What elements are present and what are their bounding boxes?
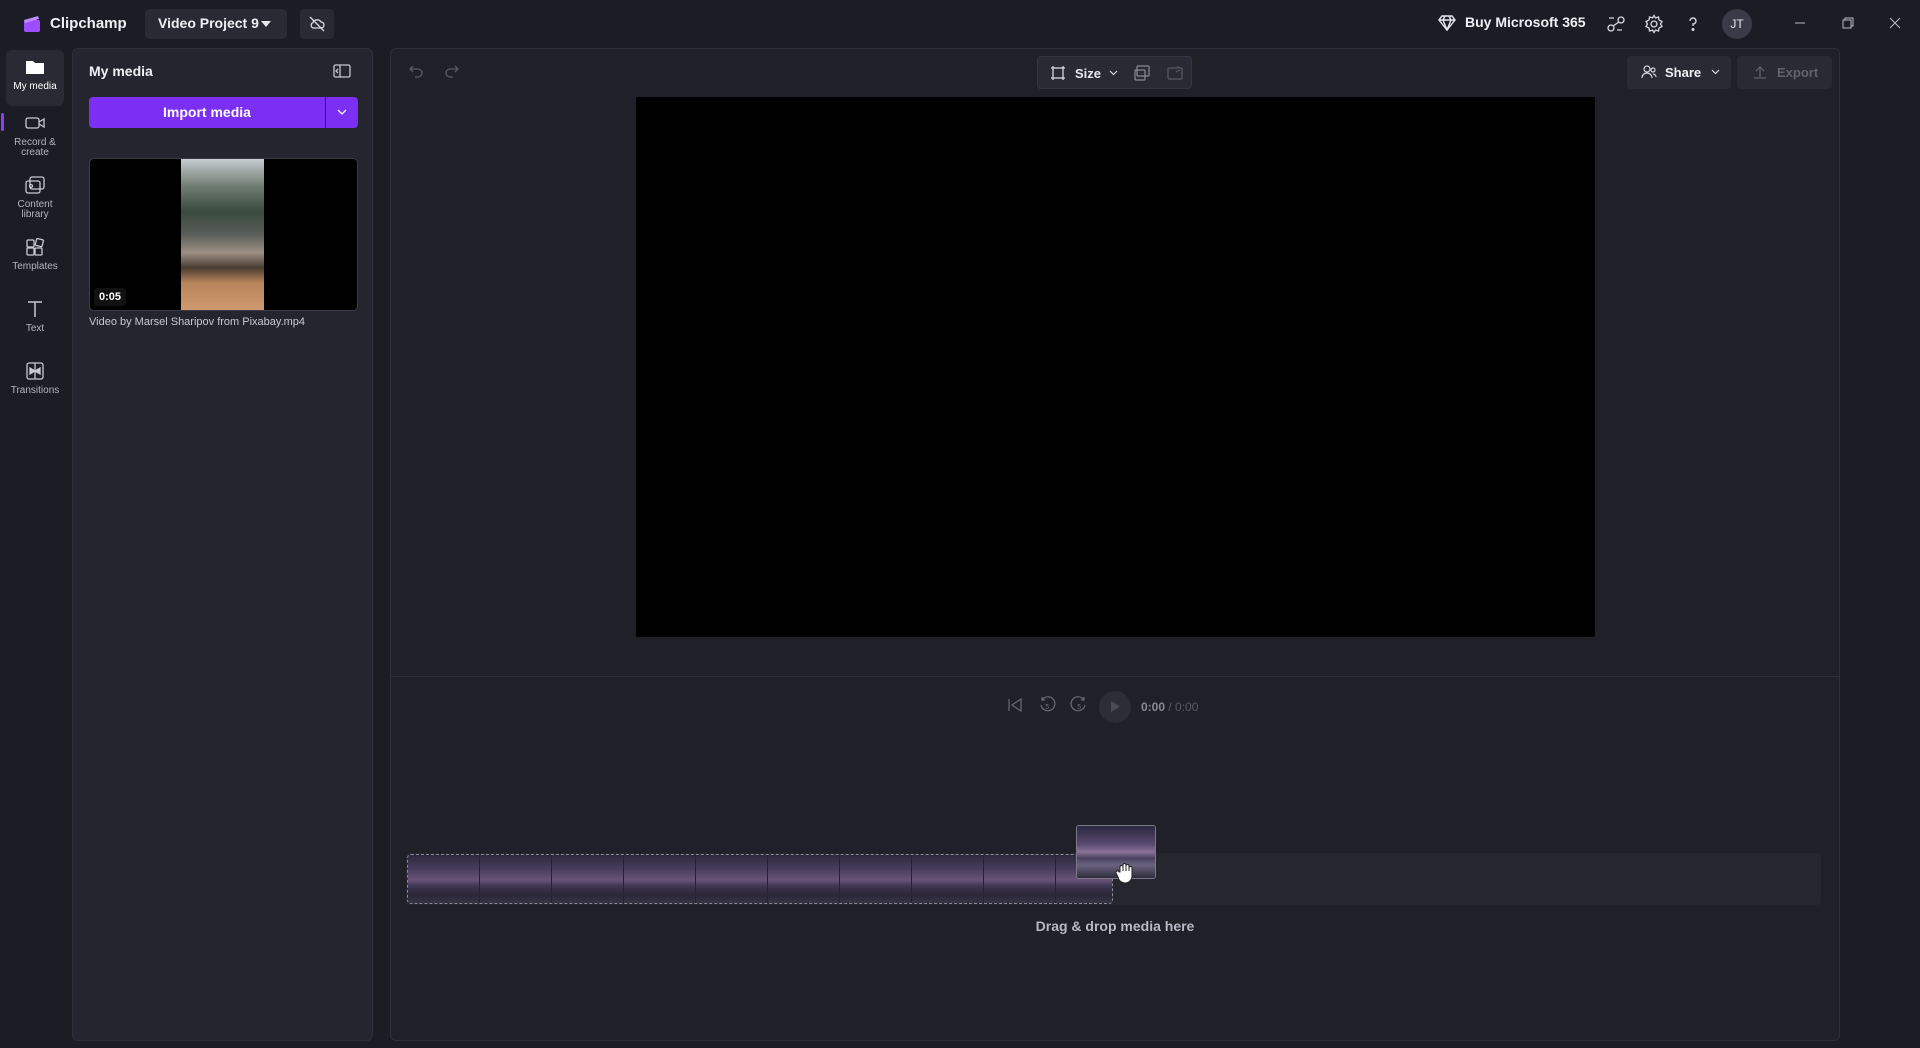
app-name: Clipchamp <box>50 15 127 32</box>
chevron-down-icon <box>261 21 271 27</box>
connect-icon[interactable] <box>1606 14 1626 34</box>
duration-badge: 0:05 <box>94 288 127 306</box>
clip-frame <box>768 855 840 903</box>
avatar[interactable]: JT <box>1722 9 1752 39</box>
preview-toolbar: Size <box>1037 56 1192 89</box>
resize-icon <box>1051 66 1065 80</box>
export-label: Export <box>1777 65 1819 80</box>
project-title-button[interactable]: Video Project 9 <box>145 9 287 39</box>
help-icon[interactable] <box>1683 14 1703 34</box>
grab-hand-icon <box>1115 863 1133 884</box>
cloud-sync-button[interactable] <box>300 9 334 39</box>
clip-frame <box>552 855 624 903</box>
redo-icon[interactable] <box>444 63 460 79</box>
media-panel: My media Import media 0:05 Video by Mars… <box>72 48 373 1041</box>
cloud-off-icon <box>309 16 325 32</box>
nav-label: Transitions <box>10 385 60 396</box>
media-item[interactable]: 0:05 <box>89 158 358 311</box>
chevron-down-icon <box>1711 69 1720 75</box>
nav-record-create[interactable]: Record & create <box>6 106 64 162</box>
minimize-icon[interactable] <box>1790 13 1810 33</box>
chevron-down-icon <box>337 109 347 115</box>
clip-frame <box>912 855 984 903</box>
folder-icon <box>26 61 44 74</box>
templates-icon <box>26 238 45 256</box>
text-icon <box>28 301 42 317</box>
active-indicator <box>1 113 4 131</box>
camera-icon <box>25 117 45 129</box>
share-button[interactable]: Share <box>1627 56 1731 89</box>
project-title: Video Project 9 <box>158 15 259 31</box>
playback-controls: 5 5 0:00 / 0:00 <box>391 687 1839 727</box>
nav-label: Record & create <box>14 137 56 158</box>
clipchamp-logo-icon <box>24 16 40 32</box>
transitions-icon <box>26 362 44 380</box>
rewind-5-icon[interactable]: 5 <box>1038 696 1056 714</box>
nav-label: Text <box>25 323 45 334</box>
video-thumbnail <box>181 159 264 310</box>
nav-transitions[interactable]: Transitions <box>6 354 64 410</box>
video-preview[interactable] <box>636 97 1595 637</box>
left-nav: My media Record & create Content library… <box>0 48 70 1048</box>
background-icon[interactable] <box>1134 65 1150 81</box>
nav-my-media[interactable]: My media <box>6 50 64 106</box>
play-button[interactable] <box>1099 691 1131 723</box>
media-item-name: Video by Marsel Sharipov from Pixabay.mp… <box>89 316 306 328</box>
buy-microsoft-365-button[interactable]: Buy Microsoft 365 <box>1438 14 1586 31</box>
crop-icon[interactable] <box>1167 65 1183 81</box>
undo-icon[interactable] <box>408 63 424 79</box>
import-options-button[interactable] <box>326 97 358 128</box>
clip-frame <box>480 855 552 903</box>
gear-icon[interactable] <box>1644 14 1664 34</box>
nav-templates[interactable]: Templates <box>6 230 64 286</box>
buy-microsoft-365-label: Buy Microsoft 365 <box>1465 14 1586 30</box>
collapse-panel-icon[interactable] <box>333 63 351 79</box>
clip-frame <box>840 855 912 903</box>
restore-icon[interactable] <box>1838 13 1858 33</box>
editor-area: Size Share Export 5 5 0:00 / 0:00 Drag &… <box>390 48 1840 1041</box>
forward-5-icon[interactable]: 5 <box>1070 696 1088 714</box>
upload-icon <box>1754 66 1766 79</box>
close-icon[interactable] <box>1885 13 1905 33</box>
nav-label: Content library <box>17 199 53 220</box>
skip-to-start-icon[interactable] <box>1006 696 1024 714</box>
clip-frame <box>624 855 696 903</box>
title-bar: Clipchamp Video Project 9 Buy Microsoft … <box>0 0 1920 48</box>
chevron-down-icon <box>1109 70 1118 76</box>
clip-frame <box>984 855 1056 903</box>
rewind-seconds: 5 <box>1045 703 1049 711</box>
clip-frame <box>408 855 480 903</box>
drag-drop-hint: Drag & drop media here <box>1035 918 1195 934</box>
play-icon <box>1111 701 1120 712</box>
library-icon <box>25 176 45 194</box>
size-button[interactable]: Size <box>1075 66 1101 81</box>
forward-seconds: 5 <box>1077 703 1081 711</box>
clip-frame <box>696 855 768 903</box>
timecode: 0:00 / 0:00 <box>1141 700 1198 714</box>
nav-text[interactable]: Text <box>6 292 64 348</box>
export-button[interactable]: Export <box>1737 56 1832 89</box>
total-time: / 0:00 <box>1168 700 1199 714</box>
import-media-button[interactable]: Import media <box>89 97 325 128</box>
nav-label: Templates <box>12 261 58 272</box>
diamond-icon <box>1438 15 1456 31</box>
current-time: 0:00 <box>1141 700 1166 714</box>
nav-label: My media <box>13 81 57 92</box>
people-icon <box>1641 65 1657 79</box>
nav-content-library[interactable]: Content library <box>6 168 64 224</box>
panel-title: My media <box>89 63 153 79</box>
clip-drop-preview <box>407 854 1113 904</box>
divider <box>391 676 1839 677</box>
share-label: Share <box>1665 65 1702 80</box>
